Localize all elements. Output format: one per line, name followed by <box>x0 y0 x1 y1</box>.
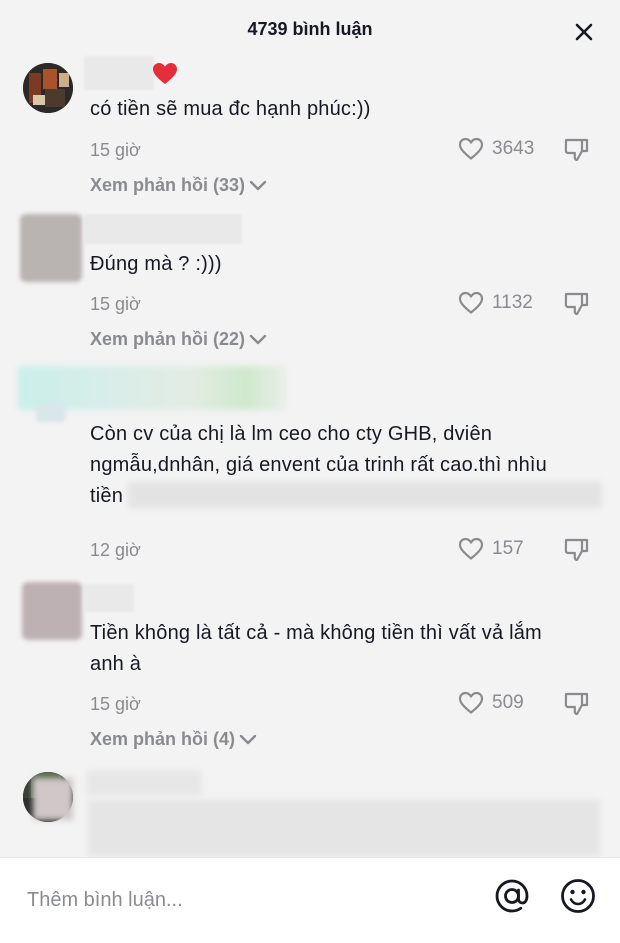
username-redacted <box>84 584 134 612</box>
view-replies-label: Xem phản hồi (4) <box>90 729 236 749</box>
comment-time: 15 giờ <box>90 140 141 160</box>
comment-time: 15 giờ <box>90 694 141 714</box>
heart-outline-icon <box>458 291 484 314</box>
avatar[interactable] <box>23 63 73 113</box>
view-replies-button[interactable]: Xem phản hồi (22) <box>90 329 267 350</box>
like-button[interactable]: 3643 <box>458 136 534 162</box>
dislike-button[interactable] <box>562 136 590 164</box>
comment-text: tiền <box>90 485 124 507</box>
comment-text: Đúng mà ? :))) <box>90 253 222 275</box>
heart-outline-icon <box>458 137 484 160</box>
like-button[interactable]: 509 <box>458 690 524 716</box>
comment-text-redacted <box>128 482 602 508</box>
chevron-down-icon <box>249 180 267 190</box>
avatar-redacted <box>33 778 73 820</box>
like-count: 509 <box>492 692 524 713</box>
heart-outline-icon <box>458 537 484 560</box>
red-heart-emoji <box>153 63 177 84</box>
username-redacted <box>84 214 242 244</box>
chevron-down-icon <box>249 334 267 344</box>
comments-panel: 4739 bình luận có tiền sẽ mua đc hạnh ph… <box>0 0 620 857</box>
view-replies-button[interactable]: Xem phản hồi (33) <box>90 175 267 196</box>
avatar[interactable] <box>22 582 82 640</box>
comment-text: Tiền không là tất cả - mà không tiền thì… <box>90 622 542 644</box>
heart-outline-icon <box>458 691 484 714</box>
thumbs-down-icon <box>564 292 589 316</box>
comments-count-title: 4739 bình luận <box>247 19 373 39</box>
comments-header: 4739 bình luận <box>0 0 620 60</box>
avatar-image <box>23 63 73 113</box>
comment-text: có tiền sẽ mua đc hạnh phúc:)) <box>90 98 371 120</box>
avatar[interactable] <box>36 404 66 422</box>
thumbs-down-icon <box>564 538 589 562</box>
like-button[interactable]: 157 <box>458 536 524 562</box>
dislike-button[interactable] <box>562 290 590 318</box>
view-replies-label: Xem phản hồi (22) <box>90 329 246 349</box>
like-count: 157 <box>492 538 524 559</box>
dislike-button[interactable] <box>562 690 590 718</box>
emoji-button[interactable] <box>558 876 598 916</box>
smile-emoji-icon <box>561 879 595 913</box>
comment-text-redacted <box>88 800 600 856</box>
username-redacted <box>86 770 202 796</box>
close-icon <box>575 23 593 41</box>
comment-text: Còn cv của chị là lm ceo cho cty GHB, dv… <box>90 423 493 445</box>
view-replies-label: Xem phản hồi (33) <box>90 175 246 195</box>
at-sign-icon <box>495 879 529 913</box>
comment-input[interactable] <box>27 878 467 922</box>
view-replies-button[interactable]: Xem phản hồi (4) <box>90 729 257 750</box>
comment-time: 15 giờ <box>90 294 141 314</box>
thumbs-down-icon <box>564 692 589 716</box>
close-button[interactable] <box>568 16 600 48</box>
comment-text: anh à <box>90 653 142 675</box>
thumbs-down-icon <box>564 138 589 162</box>
comment-time: 12 giờ <box>90 540 141 560</box>
dislike-button[interactable] <box>562 536 590 564</box>
like-button[interactable]: 1132 <box>458 290 533 316</box>
mention-button[interactable] <box>492 876 532 916</box>
comment-text: ngmẫu,dnhân, giá envent của trinh rất ca… <box>90 454 547 476</box>
username-redacted <box>84 56 154 90</box>
chevron-down-icon <box>239 734 257 744</box>
like-count: 3643 <box>492 138 535 159</box>
avatar[interactable] <box>20 214 82 282</box>
like-count: 1132 <box>492 292 533 313</box>
